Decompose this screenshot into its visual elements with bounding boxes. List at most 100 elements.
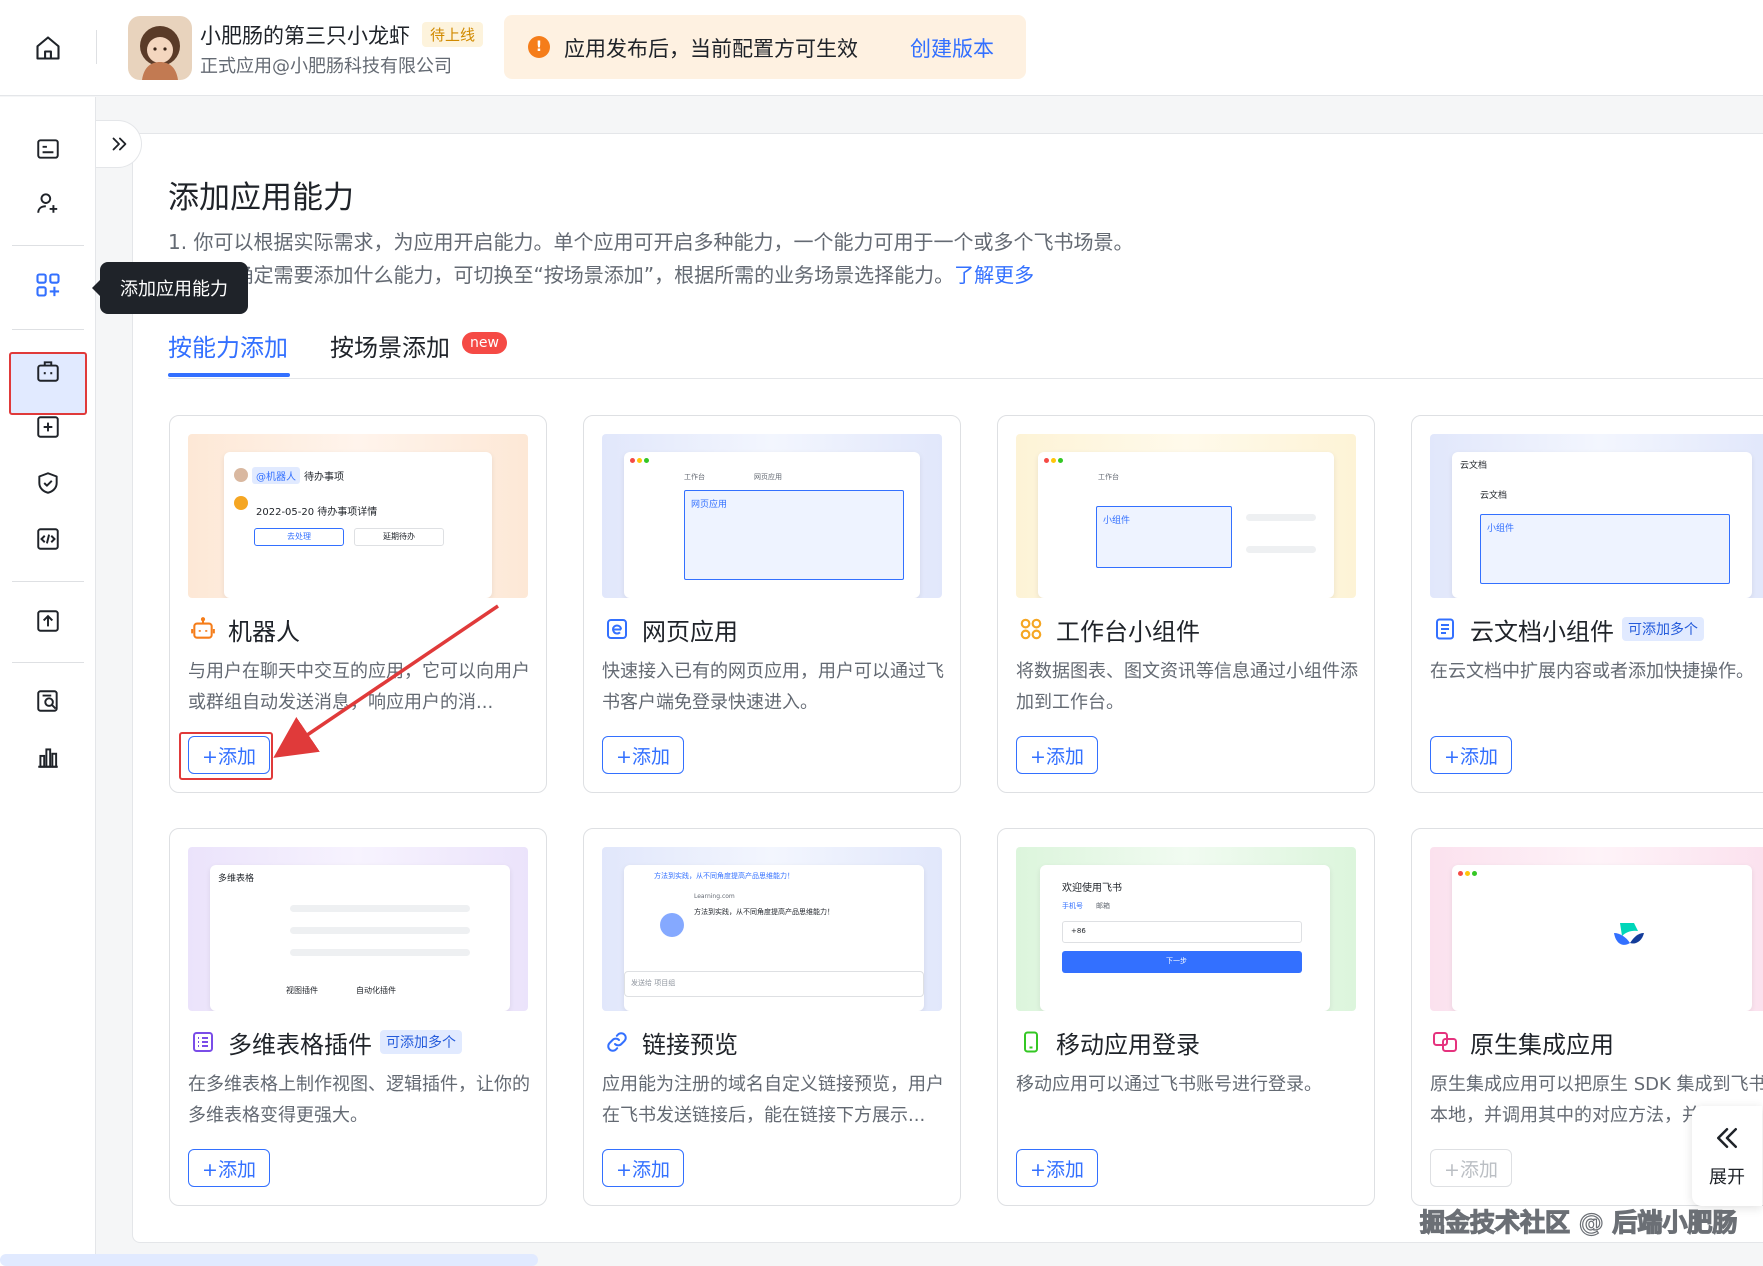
preview-frame: 网页应用 bbox=[684, 490, 904, 580]
expand-panel-button[interactable]: 展开 bbox=[1692, 1106, 1762, 1206]
card-title: 工作台小组件 bbox=[1016, 612, 1200, 646]
preview-bitable: 多维表格 视图插件 自动化插件 bbox=[188, 847, 528, 1011]
preview-doc-widget: 云文档 云文档 小组件 bbox=[1430, 434, 1763, 598]
robot-box-icon[interactable] bbox=[30, 353, 66, 389]
link-graphic bbox=[660, 913, 684, 937]
preview-text: 欢迎使用飞书 bbox=[1062, 883, 1122, 894]
status-badge: 待上线 bbox=[422, 22, 484, 47]
card-title: 机器人 bbox=[188, 612, 300, 646]
card-name: 机器人 bbox=[228, 617, 300, 646]
preview-text: 手机号 bbox=[1062, 902, 1083, 910]
divider bbox=[12, 329, 84, 330]
add-mobile-login-button[interactable]: +添加 bbox=[1016, 1149, 1098, 1187]
notice-text: 应用发布后，当前配置方可生效 bbox=[564, 37, 858, 61]
card-name: 网页应用 bbox=[642, 617, 738, 646]
card-title: 链接预览 bbox=[602, 1025, 738, 1059]
preview-text: 方法到实践，从不同角度提高产品思维能力！ bbox=[694, 908, 834, 916]
preview-workbench-widget: 工作台 小组件 bbox=[1016, 434, 1356, 598]
preview-button: 去处理 bbox=[254, 528, 344, 546]
placeholder-line bbox=[290, 927, 470, 934]
double-chevron-left-icon bbox=[1712, 1123, 1742, 1157]
expand-sidebar-icon[interactable] bbox=[96, 120, 142, 168]
preview-frame: 小组件 bbox=[1480, 514, 1730, 584]
member-icon[interactable] bbox=[30, 185, 66, 221]
robot-icon bbox=[188, 614, 218, 644]
preview-text: 自动化插件 bbox=[356, 986, 396, 995]
bot-avatar bbox=[234, 496, 248, 510]
preview-mock: 工作台 小组件 bbox=[1038, 452, 1334, 598]
card-description: 在云文档中扩展内容或者添加快捷操作。 bbox=[1430, 661, 1754, 682]
app-name: 小肥肠的第三只小龙虾 bbox=[200, 24, 410, 48]
add-square-icon[interactable] bbox=[30, 409, 66, 445]
add-bitable-plugin-button[interactable]: +添加 bbox=[188, 1149, 270, 1187]
shield-check-icon[interactable] bbox=[30, 465, 66, 501]
preview-text: 下一步 bbox=[1166, 957, 1187, 965]
preview-mobile-login: 欢迎使用飞书 手机号 邮箱 +86 下一步 bbox=[1016, 847, 1356, 1011]
card-title: 多维表格插件 可添加多个 bbox=[188, 1025, 462, 1059]
upload-icon[interactable] bbox=[30, 603, 66, 639]
chart-icon[interactable] bbox=[30, 739, 66, 775]
sidebar-tooltip: 添加应用能力 bbox=[92, 262, 248, 314]
dot bbox=[637, 458, 642, 463]
create-version-link[interactable]: 创建版本 bbox=[910, 33, 994, 63]
add-native-app-button[interactable]: +添加 bbox=[1430, 1149, 1512, 1187]
placeholder-line bbox=[290, 949, 470, 956]
tab-by-capability[interactable]: 按能力添加 bbox=[168, 328, 288, 363]
add-capability-icon[interactable] bbox=[30, 267, 66, 303]
feishu-logo-icon bbox=[1612, 921, 1644, 953]
card-name: 云文档小组件 bbox=[1470, 617, 1614, 646]
card-name: 工作台小组件 bbox=[1056, 617, 1200, 646]
preview-text: 云文档 bbox=[1480, 491, 1508, 501]
publish-notice: ! 应用发布后，当前配置方可生效 创建版本 bbox=[504, 15, 1026, 79]
card-title: 原生集成应用 bbox=[1430, 1025, 1614, 1059]
add-web-app-button[interactable]: +添加 bbox=[602, 736, 684, 774]
capability-card-link-preview: 方法到实践，从不同角度提高产品思维能力！ Learning.com 方法到实践，… bbox=[583, 828, 961, 1206]
tabs-divider bbox=[168, 378, 1763, 379]
preview-mock: 工作台 网页应用 网页应用 bbox=[624, 452, 920, 598]
add-workbench-widget-button[interactable]: +添加 bbox=[1016, 736, 1098, 774]
capability-card-web-app: 工作台 网页应用 网页应用 网页应用 快速接入已有的网页应用，用户可以通过飞书客… bbox=[583, 415, 961, 793]
code-icon[interactable] bbox=[30, 521, 66, 557]
new-badge: new bbox=[462, 332, 507, 354]
dot bbox=[1458, 871, 1463, 876]
horizontal-scrollbar[interactable] bbox=[0, 1254, 538, 1266]
divider bbox=[12, 662, 84, 663]
divider bbox=[96, 30, 97, 64]
card-title: 移动应用登录 bbox=[1016, 1025, 1200, 1059]
home-icon[interactable] bbox=[30, 30, 66, 66]
preview-text: 多维表格 bbox=[218, 874, 255, 884]
preview-robot: @机器人 待办事项 2022-05-20 待办事项详情 去处理 延期待办 bbox=[188, 434, 528, 598]
preview-text: 小组件 bbox=[1103, 516, 1131, 526]
card-name: 多维表格插件 bbox=[228, 1030, 372, 1059]
dot bbox=[630, 458, 635, 463]
divider bbox=[12, 245, 84, 246]
capability-card-workbench-widget: 工作台 小组件 工作台小组件 将数据图表、图文资讯等信息通过小组件添加到工作台。… bbox=[997, 415, 1375, 793]
add-link-preview-button[interactable]: +添加 bbox=[602, 1149, 684, 1187]
preview-text: 云文档 bbox=[1460, 461, 1488, 471]
dot bbox=[1051, 458, 1056, 463]
card-description: 快速接入已有的网页应用，用户可以通过飞书客户端免登录快速进入。 bbox=[602, 661, 944, 713]
preview-mock: @机器人 待办事项 2022-05-20 待办事项详情 去处理 延期待办 bbox=[224, 452, 492, 598]
placeholder-line bbox=[1246, 514, 1316, 521]
preview-text: +86 bbox=[1071, 927, 1086, 935]
app-avatar bbox=[128, 16, 192, 80]
preview-input: 发送给 项目组 bbox=[624, 971, 924, 997]
preview-tag: @机器人 bbox=[252, 467, 300, 484]
search-doc-icon[interactable] bbox=[30, 683, 66, 719]
preview-frame: 小组件 bbox=[1096, 506, 1232, 568]
card-name: 原生集成应用 bbox=[1470, 1030, 1614, 1059]
preview-mock: 多维表格 视图插件 自动化插件 bbox=[210, 865, 510, 1011]
add-doc-widget-button[interactable]: +添加 bbox=[1430, 736, 1512, 774]
preview-text: 发送给 项目组 bbox=[631, 979, 676, 987]
tab-by-scenario[interactable]: 按场景添加 bbox=[330, 328, 450, 363]
native-app-icon bbox=[1430, 1027, 1460, 1057]
credentials-icon[interactable] bbox=[30, 131, 66, 167]
learn-more-link[interactable]: 了解更多 bbox=[954, 263, 1034, 287]
card-title: 云文档小组件 可添加多个 bbox=[1430, 612, 1704, 646]
preview-input: +86 bbox=[1062, 921, 1302, 943]
add-robot-button[interactable]: +添加 bbox=[188, 736, 270, 774]
description-line-1: 1. 你可以根据实际需求，为应用开启能力。单个应用可开启多种能力，一个能力可用于… bbox=[168, 230, 1134, 254]
card-name: 移动应用登录 bbox=[1056, 1030, 1200, 1059]
app-org: 正式应用@小肥肠科技有限公司 bbox=[200, 56, 452, 77]
preview-button: 下一步 bbox=[1062, 951, 1302, 973]
